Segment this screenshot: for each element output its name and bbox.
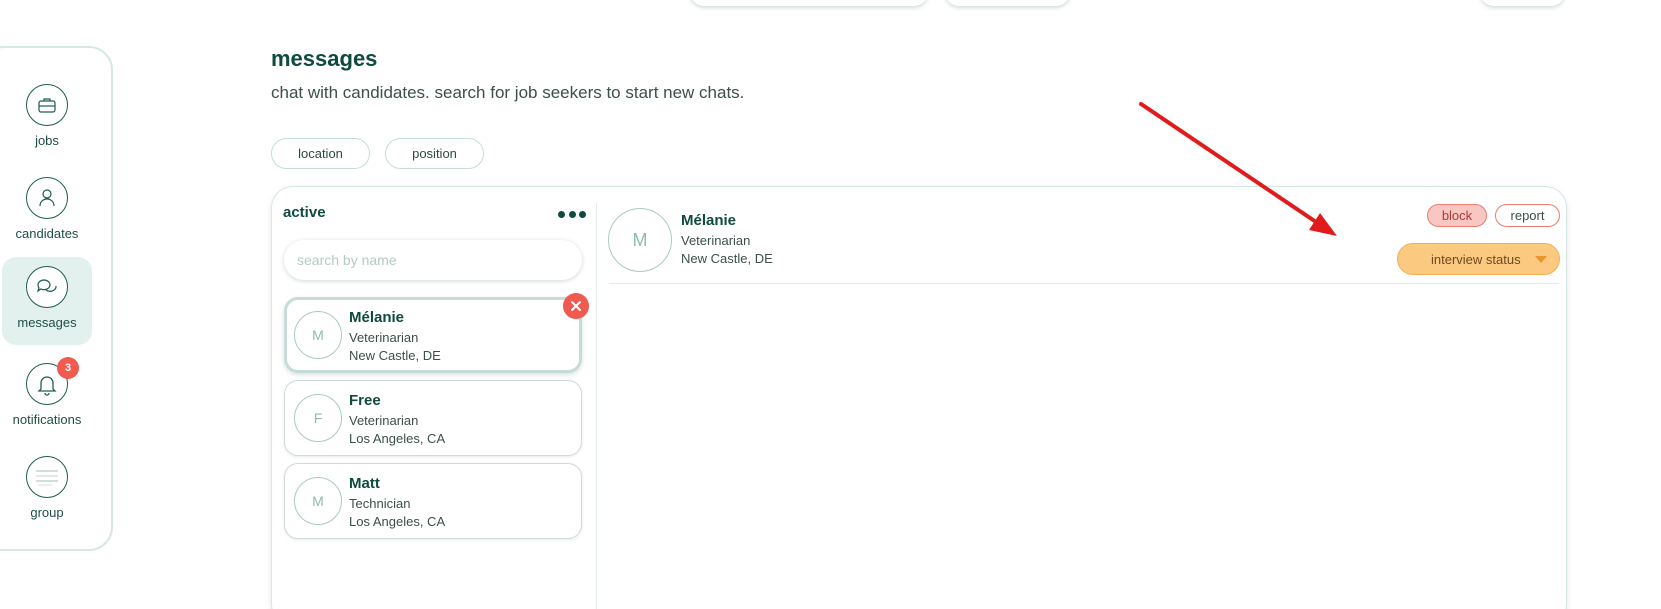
search-input[interactable] (284, 240, 582, 280)
filter-location[interactable]: location (271, 138, 370, 169)
chat-item-name: Mélanie (349, 309, 405, 326)
caret-down-icon (1535, 256, 1547, 263)
chat-list-title: active (283, 204, 326, 221)
avatar: M (294, 477, 342, 525)
sidebar-item-label: messages (17, 315, 77, 330)
sidebar-item-candidates[interactable]: candidates (2, 168, 92, 256)
conversation-header-divider (609, 283, 1559, 284)
group-avatar-icon (26, 456, 68, 498)
avatar: F (294, 394, 342, 442)
chat-item-location: Los Angeles, CA (349, 431, 446, 446)
chat-bubbles-icon (26, 266, 68, 308)
conversation-avatar: M (608, 208, 672, 272)
conversation-role: Veterinarian (681, 233, 751, 248)
page-title: messages (271, 46, 378, 71)
top-search-pill[interactable] (690, 0, 928, 6)
conversation-location: New Castle, DE (681, 251, 773, 266)
bell-icon: 3 (26, 357, 79, 405)
chat-list-item[interactable]: F Free Veterinarian Los Angeles, CA (284, 380, 582, 456)
sidebar-item-notifications[interactable]: 3 notifications (2, 354, 92, 442)
chat-item-name: Free (349, 392, 381, 409)
sidebar-item-group[interactable]: group (2, 447, 92, 535)
chat-item-role: Veterinarian (349, 413, 419, 428)
page-subtitle: chat with candidates. search for job see… (271, 83, 745, 102)
avatar: M (294, 311, 342, 359)
chat-item-role: Technician (349, 496, 411, 511)
top-account-pill[interactable] (1480, 0, 1565, 6)
chat-item-role: Veterinarian (349, 330, 419, 345)
sidebar-item-label: notifications (12, 412, 82, 427)
sidebar-item-messages[interactable]: messages (2, 257, 92, 345)
close-icon[interactable] (563, 293, 589, 319)
briefcase-icon (26, 84, 68, 126)
block-button[interactable]: block (1427, 204, 1487, 227)
filter-position[interactable]: position (385, 138, 484, 169)
person-icon (26, 177, 68, 219)
chat-list-item[interactable]: M Matt Technician Los Angeles, CA (284, 463, 582, 539)
sidebar-nav: jobs candidates messages 3 notifications (0, 46, 113, 551)
more-options-icon[interactable] (558, 204, 586, 224)
sidebar-item-jobs[interactable]: jobs (2, 75, 92, 163)
sidebar-item-label: candidates (15, 226, 79, 241)
interview-status-label: interview status (1431, 251, 1521, 267)
chat-list-item[interactable]: M Mélanie Veterinarian New Castle, DE (284, 297, 582, 373)
sidebar-item-label: group (30, 505, 64, 520)
chat-item-location: Los Angeles, CA (349, 514, 446, 529)
interview-status-dropdown[interactable]: interview status (1397, 243, 1560, 275)
panel-divider (596, 203, 597, 609)
sidebar-item-label: jobs (35, 133, 59, 148)
top-button-pill[interactable] (945, 0, 1070, 6)
report-button[interactable]: report (1495, 204, 1560, 227)
chat-item-name: Matt (349, 475, 380, 492)
notification-count-badge: 3 (57, 357, 79, 379)
chat-item-location: New Castle, DE (349, 348, 441, 363)
conversation-name: Mélanie (681, 212, 737, 229)
